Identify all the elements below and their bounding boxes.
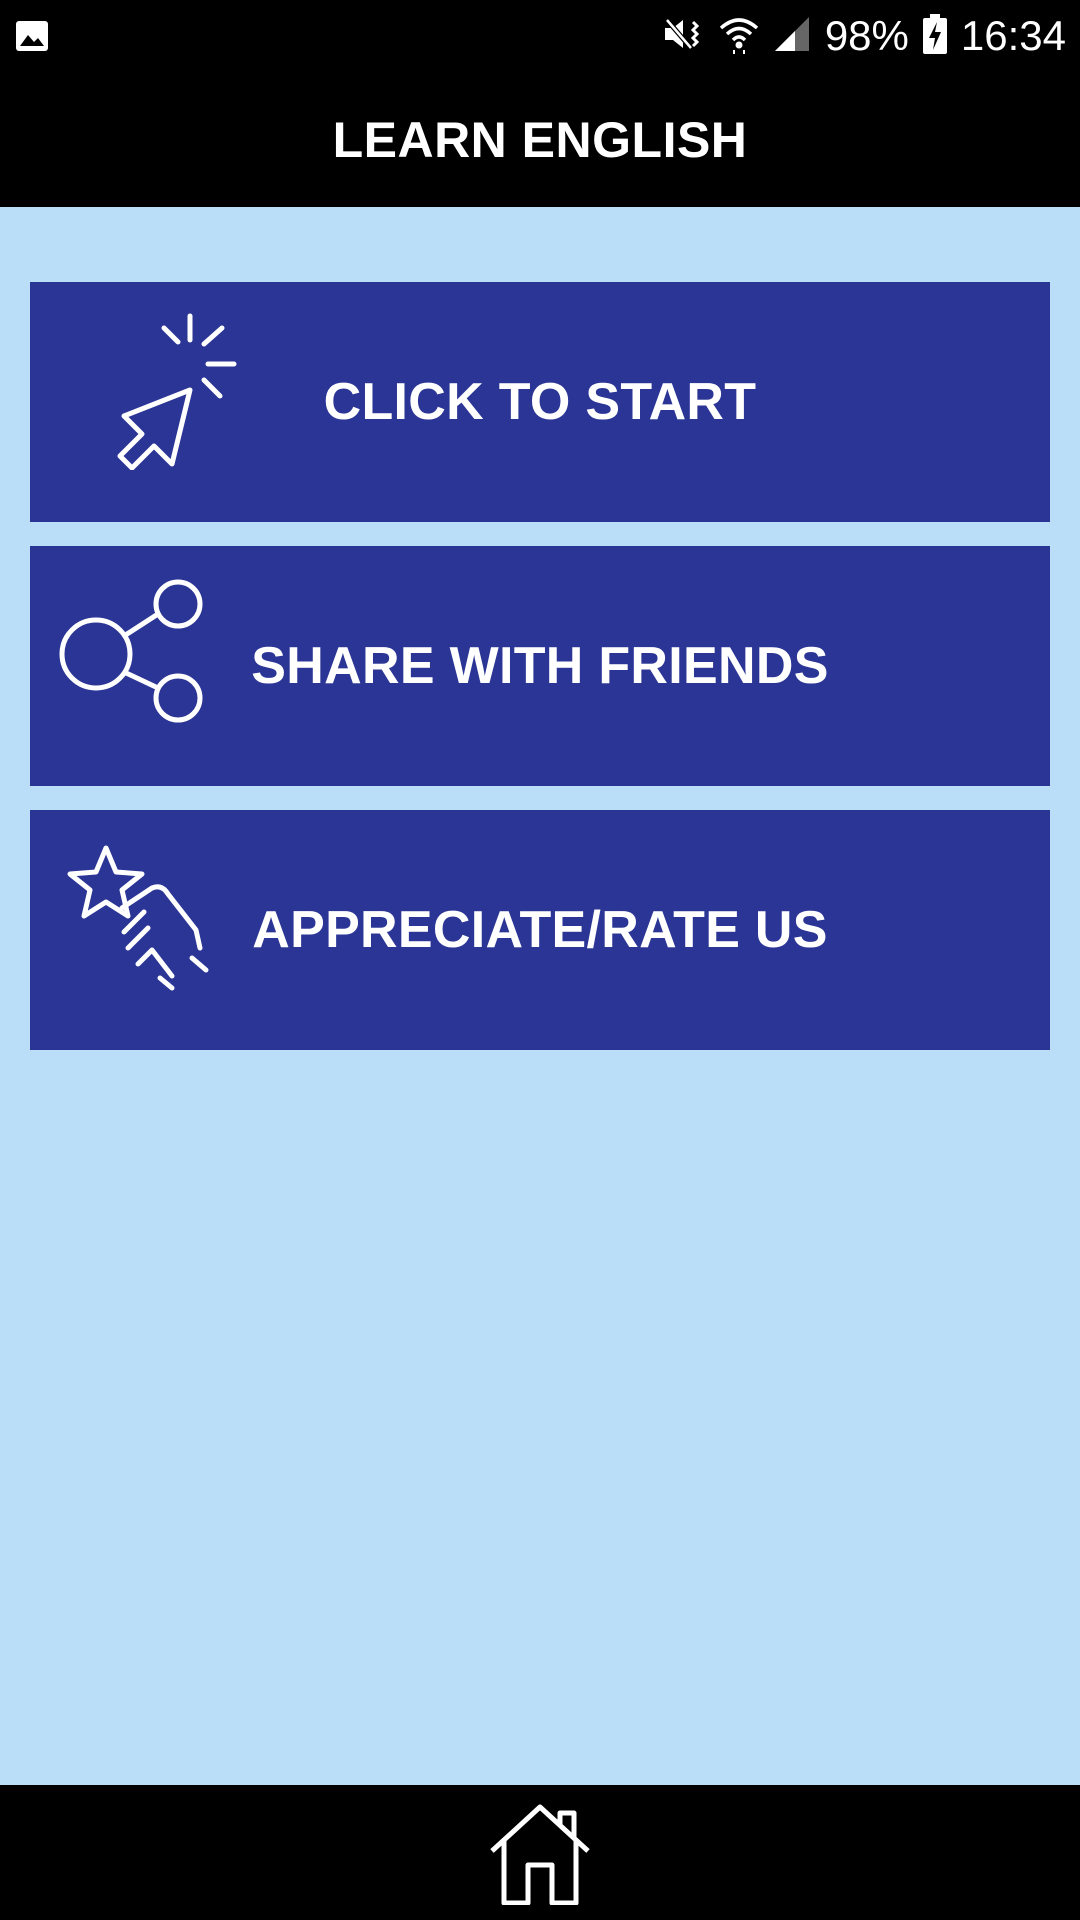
appreciate-rate-us-button[interactable]: APPRECIATE/RATE US — [30, 810, 1050, 1050]
navigation-bar — [0, 1785, 1080, 1920]
battery-charging-icon — [922, 13, 947, 59]
share-with-friends-label: SHARE WITH FRIENDS — [251, 637, 829, 695]
click-to-start-label: CLICK TO START — [323, 373, 757, 431]
home-icon — [490, 1804, 590, 1905]
signal-icon — [773, 15, 811, 58]
status-bar: 98% 16:34 — [0, 0, 1080, 72]
page-title: LEARN ENGLISH — [332, 111, 748, 168]
home-button[interactable] — [485, 1798, 595, 1908]
app-bar: LEARN ENGLISH — [0, 72, 1080, 207]
clock: 16:34 — [960, 12, 1066, 59]
appreciate-rate-us-label: APPRECIATE/RATE US — [252, 901, 828, 959]
status-icons: 98% 16:34 — [661, 0, 1066, 72]
vibrate-icon — [661, 14, 705, 59]
click-to-start-button[interactable]: CLICK TO START — [30, 282, 1050, 522]
image-notification-icon — [14, 18, 50, 54]
battery-percent: 98% — [824, 12, 909, 59]
share-with-friends-button[interactable]: SHARE WITH FRIENDS — [30, 546, 1050, 786]
wifi-icon — [719, 14, 759, 59]
